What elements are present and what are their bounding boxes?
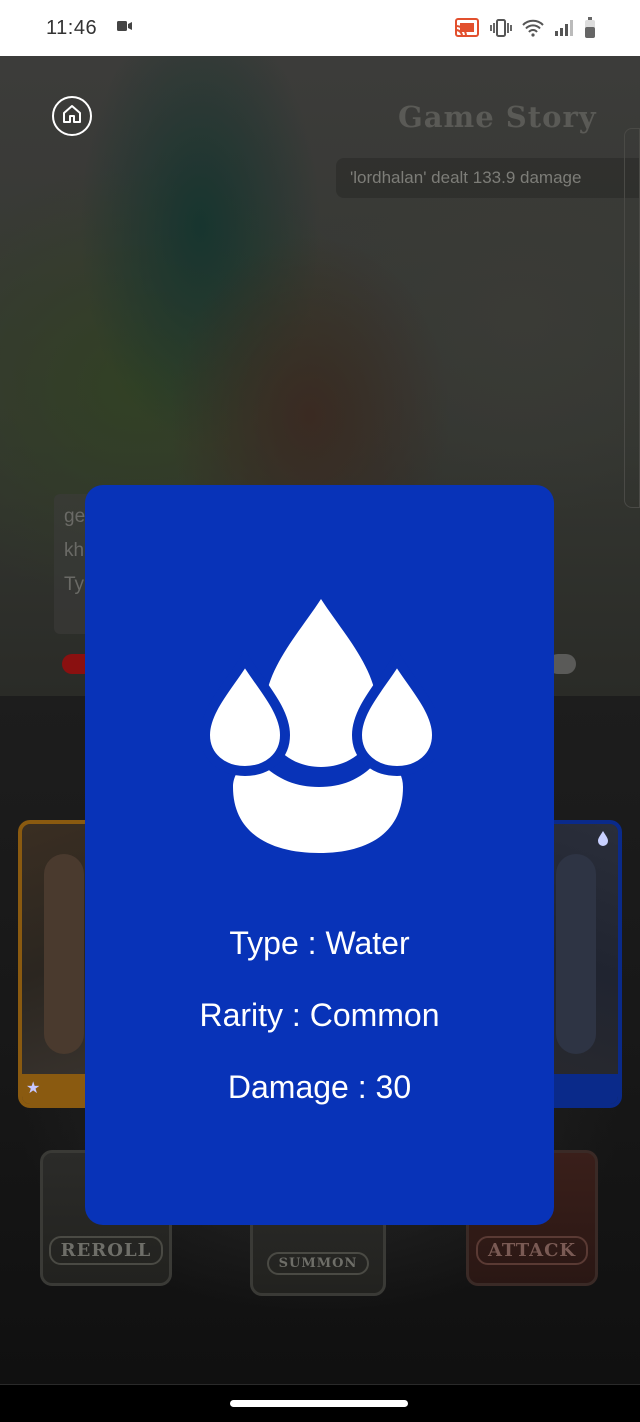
home-gesture-indicator[interactable] [230,1400,408,1407]
battery-icon [584,17,596,39]
story-log-entry: 'lordhalan' dealt 133.9 damage [350,168,582,187]
home-icon [61,103,83,130]
card-type-text: Type : Water [229,925,410,961]
summon-label: SUMMON [266,1252,370,1275]
water-element-icon [594,830,612,853]
wifi-icon [522,19,544,37]
story-scrollbar[interactable] [624,128,640,508]
game-screen: 11:46 Game Story 'lordhalan' dealt 133.9… [0,0,640,1422]
home-button[interactable] [52,96,92,136]
status-left: 11:46 [46,17,133,40]
card-stats: Type : Water Rarity : Common Damage : 30 [85,925,554,1141]
vibrate-icon [490,19,512,37]
cast-icon [454,18,480,38]
status-right [454,17,596,39]
status-time: 11:46 [46,16,98,39]
hero-figure [44,854,84,1054]
card-rarity-text: Rarity : Common [199,997,440,1033]
card-damage-text: Damage : 30 [227,1069,412,1105]
reroll-label: REROLL [48,1236,164,1265]
card-detail-modal[interactable]: Type : Water Rarity : Common Damage : 30 [85,485,554,1225]
status-bar: 11:46 [0,0,640,56]
navigation-bar [0,1384,640,1422]
signal-icon [554,19,574,37]
game-story-title: Game Story [398,100,597,134]
hero-figure [556,854,596,1054]
attack-label: ATTACK [475,1236,589,1265]
star-icon: ★ [26,1080,41,1097]
game-story-log[interactable]: 'lordhalan' dealt 133.9 damage [336,158,640,198]
water-drops-icon [199,597,443,858]
video-record-icon [117,19,133,37]
